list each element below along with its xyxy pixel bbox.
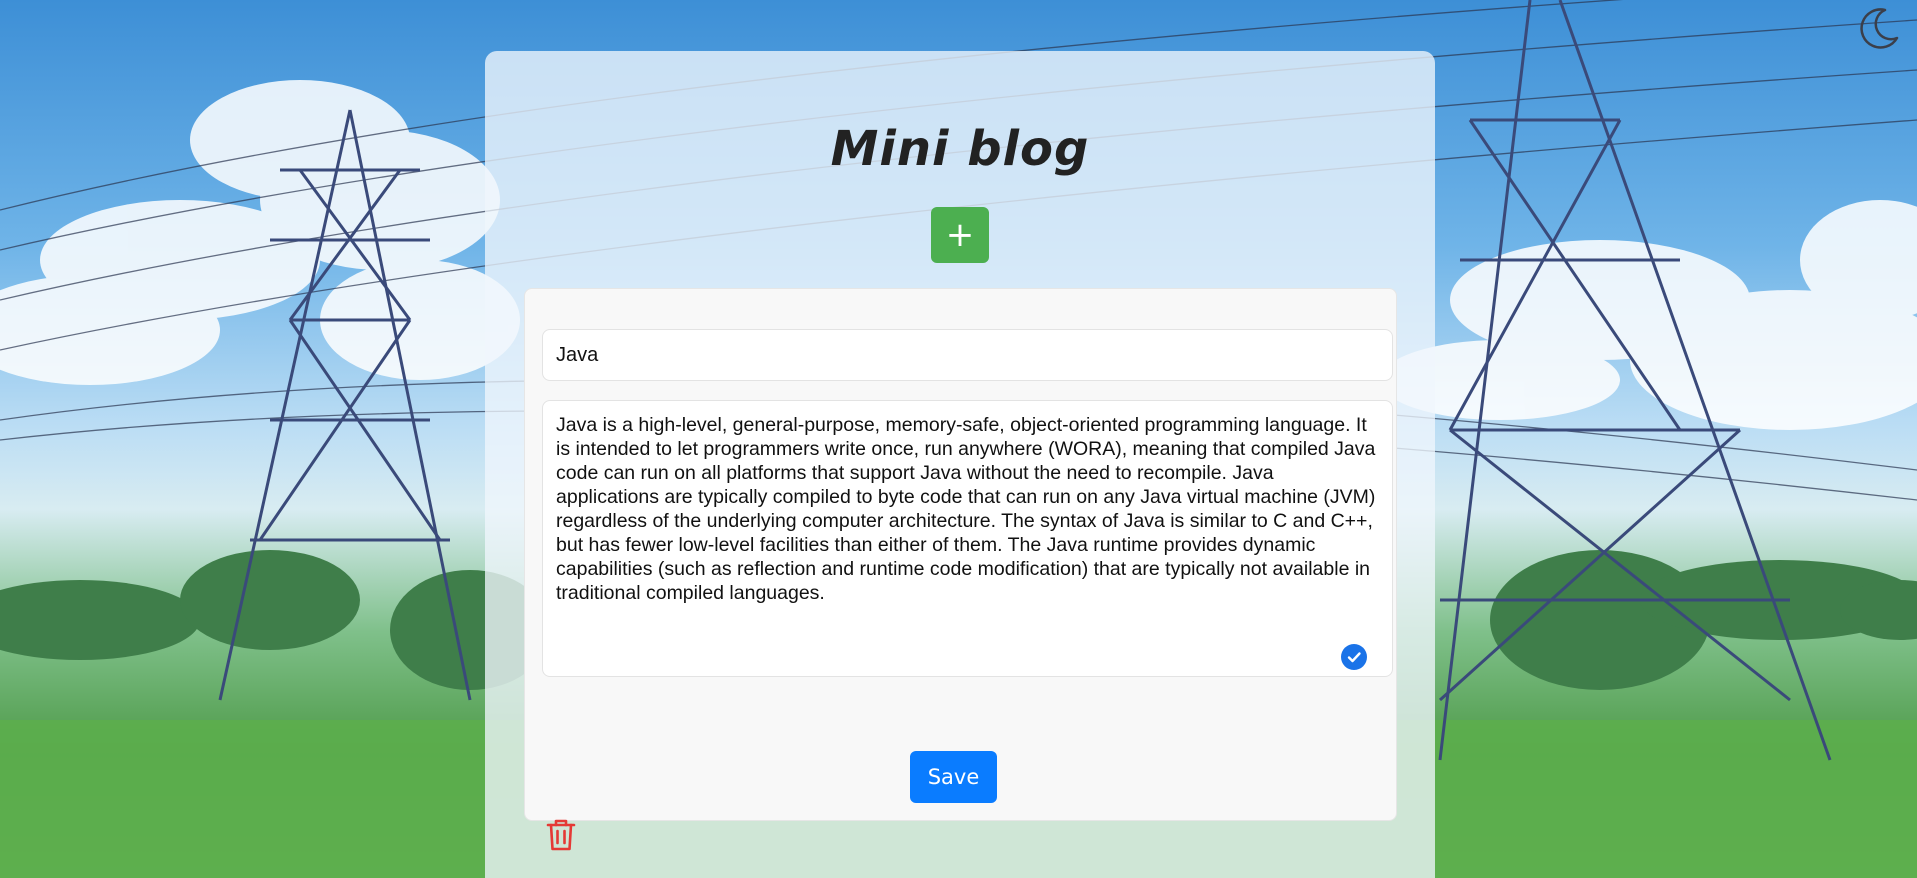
blog-panel: Mini blog + Java is a high-level, genera… xyxy=(485,51,1435,878)
post-title-input[interactable] xyxy=(542,329,1393,381)
moon-icon xyxy=(1860,8,1899,49)
save-button[interactable]: Save xyxy=(910,751,997,803)
delete-post-button[interactable] xyxy=(543,816,579,854)
trash-icon xyxy=(546,819,576,851)
post-body-textarea[interactable]: Java is a high-level, general-purpose, m… xyxy=(542,400,1393,677)
page-title: Mini blog xyxy=(830,121,1090,177)
theme-toggle-button[interactable] xyxy=(1855,4,1903,52)
post-editor-card: Java is a high-level, general-purpose, m… xyxy=(524,288,1397,851)
check-icon xyxy=(1341,644,1367,670)
add-post-button[interactable]: + xyxy=(931,207,989,263)
